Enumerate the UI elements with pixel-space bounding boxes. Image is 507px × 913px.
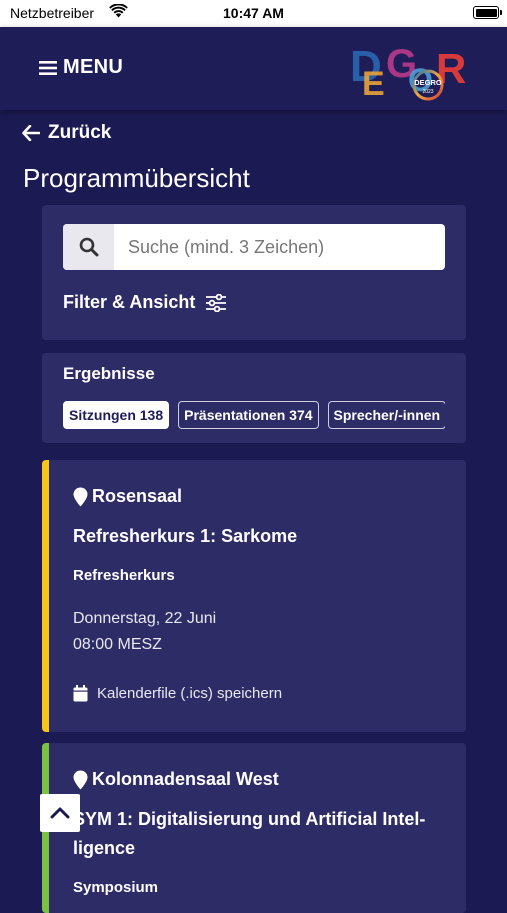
session-card[interactable]: Rosensaal Refresherkurs 1: Sarkome Refre… bbox=[42, 460, 466, 732]
app-header: MENU D E G O R DEGRO 2023 bbox=[0, 27, 507, 110]
back-label: Zurück bbox=[48, 122, 112, 143]
ics-label: Kalenderfile (.ics) speichern bbox=[97, 685, 283, 702]
battery-icon bbox=[473, 6, 502, 19]
results-panel: Ergebnisse Sitzungen 138 Präsentationen 3… bbox=[42, 353, 466, 443]
search-box bbox=[63, 224, 445, 270]
status-bar: Netzbetreiber 10:47 AM bbox=[0, 0, 507, 27]
search-icon bbox=[79, 237, 98, 257]
degro-logo: D E G O R DEGRO 2023 bbox=[350, 42, 466, 103]
session-type: Refresherkurs bbox=[73, 567, 175, 584]
tab-speakers[interactable]: Sprecher/-innen bbox=[327, 401, 445, 429]
ics-download-link[interactable]: Kalenderfile (.ics) speichern bbox=[73, 685, 282, 702]
tab-sessions[interactable]: Sitzungen 138 bbox=[63, 401, 170, 429]
filter-label: Filter & Ansicht bbox=[63, 292, 196, 312]
session-title[interactable]: Refresherkurs 1: Sarkome bbox=[73, 522, 440, 551]
clock: 10:47 AM bbox=[223, 5, 284, 21]
session-card[interactable]: Kolonnadensaal West SYM 1: Digitalisieru… bbox=[42, 743, 466, 913]
search-panel: Filter & Ansicht bbox=[42, 205, 466, 340]
session-accent-bar bbox=[42, 460, 49, 732]
scroll-to-top-button[interactable] bbox=[40, 794, 80, 832]
sliders-icon bbox=[206, 293, 227, 312]
search-input[interactable] bbox=[114, 224, 440, 270]
menu-label: MENU bbox=[63, 56, 124, 78]
svg-text:E: E bbox=[362, 65, 385, 103]
results-label: Ergebnisse bbox=[63, 364, 155, 383]
calendar-icon bbox=[73, 685, 88, 702]
filter-view-button[interactable]: Filter & Ansicht bbox=[63, 292, 227, 313]
svg-text:DEGRO: DEGRO bbox=[414, 78, 442, 87]
location-pin-icon bbox=[73, 487, 88, 506]
session-type: Symposium bbox=[73, 879, 159, 896]
results-tabs: Sitzungen 138 Präsentationen 374 Sprecher/… bbox=[63, 401, 445, 433]
arrow-left-icon bbox=[22, 125, 40, 141]
session-room: Rosensaal bbox=[73, 486, 182, 507]
session-date: Donnerstag, 22 Juni bbox=[73, 610, 217, 627]
tab-presentations[interactable]: Präsentationen 374 bbox=[178, 401, 319, 429]
session-title[interactable]: SYM 1: Digitalisierung und Artificial In… bbox=[73, 805, 440, 863]
hamburger-icon bbox=[39, 60, 57, 75]
menu-button[interactable]: MENU bbox=[39, 56, 123, 79]
back-link[interactable]: Zurück bbox=[22, 122, 111, 144]
search-button[interactable] bbox=[63, 224, 114, 270]
location-pin-icon bbox=[73, 770, 88, 789]
chevron-up-icon bbox=[50, 807, 70, 819]
page-title: Programmübersicht bbox=[23, 163, 250, 193]
session-time: 08:00 MESZ bbox=[73, 636, 162, 653]
session-room: Kolonnadensaal West bbox=[73, 769, 279, 790]
session-room-label: Kolonnadensaal West bbox=[92, 769, 279, 789]
svg-text:2023: 2023 bbox=[422, 89, 433, 95]
session-room-label: Rosensaal bbox=[92, 486, 183, 506]
